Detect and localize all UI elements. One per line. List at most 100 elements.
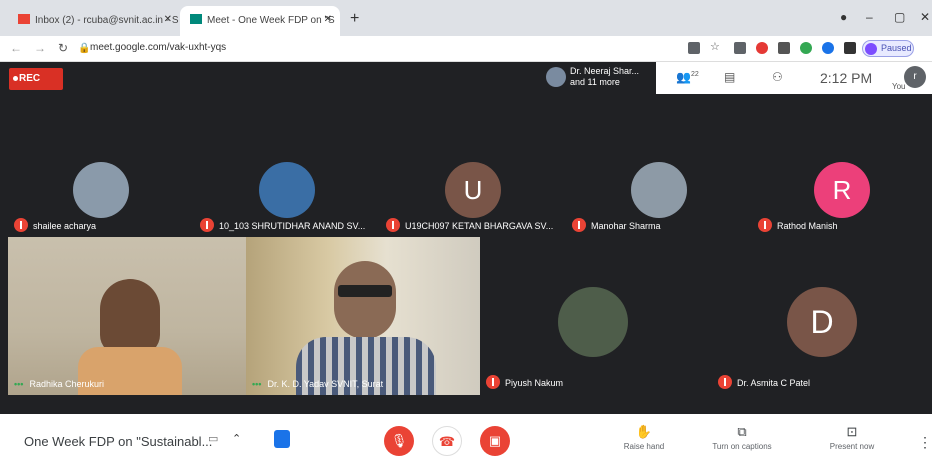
url-field[interactable]: meet.google.com/vak-uxht-yqs: [90, 42, 226, 53]
video-tile[interactable]: ••• Radhika Cherukuri: [8, 237, 246, 395]
participant-name: shailee acharya: [14, 218, 96, 232]
chat-icon[interactable]: ▤: [724, 70, 735, 84]
mic-off-icon: [200, 218, 214, 232]
people-count: 22: [690, 71, 699, 78]
mic-toggle-button[interactable]: 🎙: [384, 426, 414, 456]
reload-icon[interactable]: ↻: [58, 41, 68, 55]
avatar: D: [787, 287, 857, 357]
address-bar: ← → ↻ 🔒 meet.google.com/vak-uxht-yqs ☆ P…: [0, 36, 932, 62]
mic-off-icon: 🎙: [390, 433, 408, 448]
avatar: [631, 162, 687, 218]
extension-icon[interactable]: [756, 42, 768, 54]
paused-label: Paused: [881, 43, 912, 53]
minimize-icon[interactable]: –: [866, 10, 873, 24]
participant-name-text: Dr. Asmita C Patel: [737, 378, 811, 388]
participant-name: Manohar Sharma: [572, 218, 661, 232]
video-tile[interactable]: ••• Dr. K. D. Yadav SVNIT, Surat: [246, 237, 480, 395]
meet-stage: REC Dr. Neeraj Shar... and 11 more 👥22 ▤…: [0, 62, 932, 414]
recording-badge: REC: [9, 68, 63, 90]
mic-off-icon: [486, 375, 500, 389]
present-icon: ⊡: [846, 424, 858, 439]
people-icon[interactable]: 👥22: [676, 70, 699, 84]
mic-off-icon: [14, 218, 28, 232]
presenter-name: Dr. Neeraj Shar...: [570, 66, 640, 76]
avatar: [558, 287, 628, 357]
presenter-chip[interactable]: Dr. Neeraj Shar... and 11 more: [538, 62, 656, 94]
you-label: You: [892, 82, 906, 91]
activities-icon[interactable]: ⚇: [772, 70, 783, 84]
more-options-icon[interactable]: ⋮: [918, 434, 932, 451]
puzzle-icon[interactable]: [844, 42, 856, 54]
close-window-icon[interactable]: ✕: [920, 10, 930, 24]
camera-extension-icon[interactable]: [688, 42, 700, 54]
tab-meet-title: Meet - One Week FDP on "S: [207, 15, 335, 26]
hang-up-icon: ☎: [438, 434, 456, 449]
star-icon[interactable]: ☆: [710, 40, 722, 53]
raise-hand-button[interactable]: ✋ Raise hand: [604, 424, 684, 451]
back-icon[interactable]: ←: [10, 41, 22, 55]
meet-icon: [190, 14, 202, 24]
participant-tile[interactable]: Piyush Nakum: [480, 237, 706, 395]
mic-off-icon: [572, 218, 586, 232]
participant-tile[interactable]: U U19CH097 KETAN BHARGAVA SV...: [380, 94, 566, 238]
profile-icon[interactable]: ●: [840, 10, 847, 24]
tab-meet[interactable]: Meet - One Week FDP on "S ✕: [180, 6, 340, 36]
hand-icon: ✋: [635, 424, 653, 439]
participant-tile[interactable]: D Dr. Asmita C Patel: [712, 237, 932, 395]
maximize-icon[interactable]: ▢: [894, 10, 905, 24]
participant-tile[interactable]: Manohar Sharma: [566, 94, 752, 238]
close-tab-icon[interactable]: ✕: [324, 14, 332, 25]
leave-call-button[interactable]: ☎: [432, 426, 462, 456]
participant-name: Dr. Asmita C Patel: [718, 375, 810, 389]
participant-tile[interactable]: R Rathod Manish: [752, 94, 932, 238]
participant-tile[interactable]: shailee acharya: [8, 94, 194, 238]
profile-paused-button[interactable]: Paused: [862, 40, 914, 57]
gmail-icon: [18, 14, 30, 24]
present-now-button[interactable]: ⊡ Present now: [812, 424, 892, 451]
close-tab-icon[interactable]: ✕: [164, 14, 172, 25]
participant-name: ••• Dr. K. D. Yadav SVNIT, Surat: [252, 379, 383, 389]
captions-label: Turn on captions: [712, 442, 772, 451]
avatar: [546, 67, 566, 87]
meeting-title[interactable]: One Week FDP on "Sustainabl...: [24, 434, 212, 449]
camera-off-icon: ▣: [488, 433, 502, 448]
captions-badge-icon[interactable]: ▭: [208, 432, 218, 445]
browser-tab-bar: Inbox (2) - rcuba@svnit.ac.in - S ✕ Meet…: [0, 0, 932, 36]
participant-name-text: Dr. K. D. Yadav SVNIT, Surat: [267, 379, 384, 389]
extension-icon[interactable]: [822, 42, 834, 54]
avatar: [259, 162, 315, 218]
present-label: Present now: [829, 442, 875, 451]
extension-icon[interactable]: [734, 42, 746, 54]
avatar: U: [445, 162, 501, 218]
camera-toggle-button[interactable]: ▣: [480, 426, 510, 456]
speaking-icon: •••: [252, 379, 262, 389]
download-icon[interactable]: [778, 42, 790, 54]
meet-top-controls: Dr. Neeraj Shar... and 11 more 👥22 ▤ ⚇ 2…: [538, 62, 932, 94]
participant-name: ••• Radhika Cherukuri: [14, 379, 104, 389]
captions-button[interactable]: ⧉ Turn on captions: [702, 424, 782, 451]
participant-name-text: Radhika Cherukuri: [29, 379, 104, 389]
avatar: [865, 43, 877, 55]
avatar: R: [814, 162, 870, 218]
participant-name-text: Piyush Nakum: [505, 378, 564, 388]
new-tab-button[interactable]: +: [350, 10, 359, 28]
extension-icon[interactable]: [800, 42, 812, 54]
meeting-clock: 2:12 PM: [820, 70, 873, 86]
shield-icon[interactable]: [274, 430, 290, 448]
chevron-up-icon[interactable]: ⌃: [232, 432, 241, 445]
participant-name-text: shailee acharya: [33, 221, 97, 231]
participant-video: [100, 279, 160, 355]
mic-off-icon: [758, 218, 772, 232]
participant-name: Piyush Nakum: [486, 375, 563, 389]
tab-gmail[interactable]: Inbox (2) - rcuba@svnit.ac.in - S ✕: [8, 6, 180, 36]
forward-icon[interactable]: →: [34, 41, 46, 55]
speaking-icon: •••: [14, 379, 24, 389]
meet-bottom-bar: One Week FDP on "Sustainabl... ▭ ⌃ 🎙 ☎ ▣…: [0, 414, 932, 456]
tab-gmail-title: Inbox (2) - rcuba@svnit.ac.in - S: [35, 15, 179, 26]
participant-name: 10_103 SHRUTIDHAR ANAND SV...: [200, 218, 365, 232]
avatar[interactable]: r: [904, 66, 926, 88]
avatar: [73, 162, 129, 218]
participant-tile[interactable]: 10_103 SHRUTIDHAR ANAND SV...: [194, 94, 380, 238]
captions-icon: ⧉: [737, 424, 747, 439]
mic-off-icon: [718, 375, 732, 389]
